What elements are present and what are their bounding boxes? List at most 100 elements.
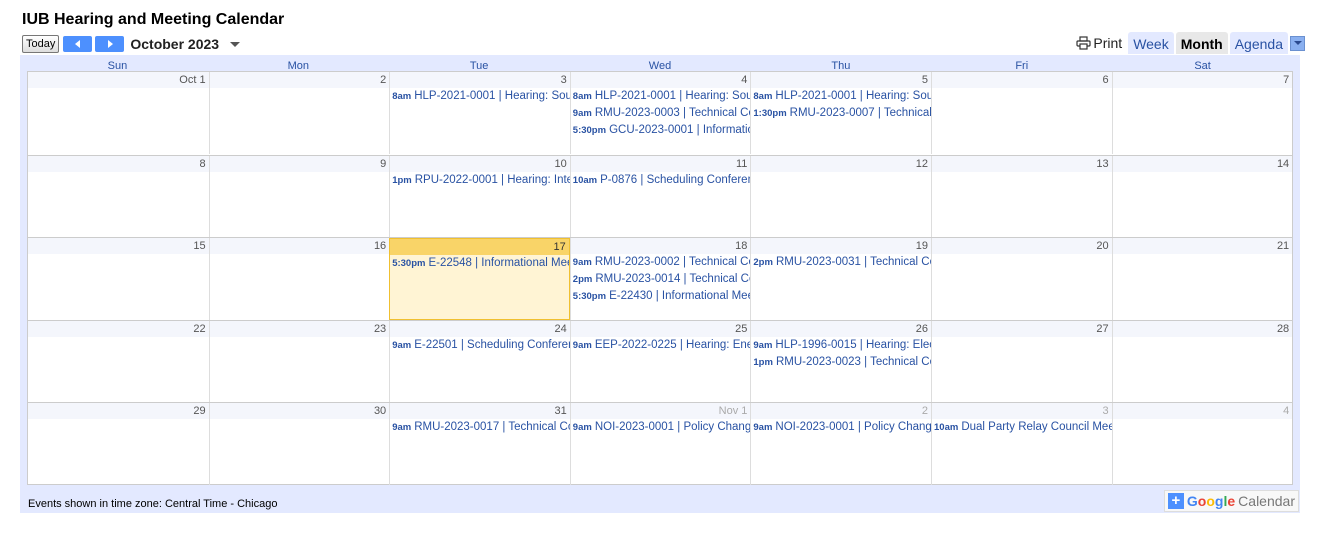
day-cell[interactable]: 29 — [28, 403, 209, 485]
day-cell[interactable]: 7 — [1111, 72, 1293, 154]
day-cell[interactable]: 101pmRPU-2022-0001 | Hearing: Interstate… — [389, 155, 570, 238]
day-cell[interactable]: 310amDual Party Relay Council Meeting — [931, 403, 1112, 486]
tab-week[interactable]: Week — [1128, 32, 1174, 54]
event-item[interactable]: 9am E-22501 | Scheduling Conference — [390, 337, 570, 354]
day-cell[interactable]: Nov 19amNOI-2023-0001 | Policy Change Wo… — [569, 403, 751, 486]
event-item[interactable]: 5:30pmE-22548 | Informational Meeting — [390, 255, 569, 272]
event-item[interactable]: 9amRMU-2023-0003 | Technical Conference — [571, 105, 751, 122]
tab-agenda[interactable]: Agenda — [1229, 32, 1288, 54]
day-number[interactable]: 2 — [209, 72, 390, 88]
day-number[interactable]: 4 — [570, 72, 751, 88]
event-item[interactable]: 5:30pmGCU-2023-0001 | Informational Meet… — [571, 122, 751, 139]
day-cell[interactable]: 189amRMU-2023-0002 | Technical Conferenc… — [569, 238, 751, 321]
day-number[interactable]: 3 — [390, 72, 570, 88]
tab-month[interactable]: Month — [1175, 32, 1228, 54]
day-number[interactable]: 27 — [932, 320, 1112, 337]
day-cell[interactable]: 2 — [208, 72, 390, 154]
day-cell[interactable]: 29amNOI-2023-0001 | Policy Change Worksh… — [750, 403, 931, 486]
day-cell[interactable]: 27 — [931, 320, 1112, 403]
day-cell[interactable]: 24 9am E-22501 | Scheduling Conference — [389, 320, 570, 403]
day-cell[interactable]: 30 — [208, 403, 390, 486]
day-number[interactable]: 6 — [932, 72, 1112, 88]
day-cell[interactable]: 319amRMU-2023-0017 | Technical Conferenc… — [389, 403, 570, 486]
day-cell[interactable]: 8 — [28, 155, 209, 238]
event-item[interactable]: 2pmRMU-2023-0031 | Technical Conference — [751, 254, 931, 271]
prev-month-button[interactable] — [63, 36, 93, 52]
event-item[interactable]: 10am P-0876 | Scheduling Conference — [571, 172, 751, 189]
google-calendar-badge[interactable]: + Google Calendar — [1163, 490, 1299, 512]
day-number[interactable]: 25 — [570, 320, 751, 337]
day-cell[interactable]: 21 — [1111, 238, 1293, 321]
day-cell[interactable]: 12 — [750, 155, 931, 238]
day-number[interactable]: 3 — [932, 403, 1112, 420]
day-number[interactable]: 12 — [751, 155, 931, 172]
day-number[interactable]: 11 — [570, 155, 751, 172]
day-cell[interactable]: 23 — [208, 320, 390, 403]
day-cell[interactable]: 48amHLP-2021-0001 | Hearing: Southern Io… — [569, 72, 751, 154]
day-number[interactable]: 10 — [390, 155, 570, 172]
month-label[interactable]: October 2023 — [130, 36, 219, 52]
day-number[interactable]: 9 — [209, 155, 390, 172]
event-item[interactable]: 1pmRMU-2023-0023 | Technical Conference — [751, 354, 931, 371]
day-number[interactable]: 22 — [28, 320, 209, 337]
day-cell[interactable]: 38amHLP-2021-0001 | Hearing: Southern Io… — [389, 72, 570, 154]
month-dropdown-icon[interactable] — [230, 41, 241, 47]
day-number[interactable]: 21 — [1112, 238, 1293, 255]
view-menu-dropdown-icon[interactable] — [1290, 35, 1305, 51]
event-item[interactable]: 9amRMU-2023-0002 | Technical Conference — [571, 254, 751, 271]
day-cell[interactable]: 13 — [931, 155, 1112, 238]
day-cell[interactable]: 9 — [208, 155, 390, 238]
event-item[interactable]: 5:30pmE-22430 | Informational Meeting — [571, 288, 751, 305]
event-item[interactable]: 10amDual Party Relay Council Meeting — [932, 419, 1112, 436]
event-item[interactable]: 9amHLP-1996-0015 | Hearing: Electric Lin… — [751, 337, 931, 354]
day-cell[interactable]: 20 — [931, 238, 1112, 321]
day-number[interactable]: 23 — [209, 320, 390, 337]
day-cell[interactable]: 11 10am P-0876 | Scheduling Conference — [569, 155, 751, 238]
day-number[interactable]: 8 — [28, 155, 209, 172]
event-item[interactable]: 1pmRPU-2022-0001 | Hearing: Interstate P… — [390, 172, 570, 189]
event-item[interactable]: 1:30pmRMU-2023-0007 | Technical Conferen… — [751, 105, 931, 122]
day-number[interactable]: 31 — [390, 403, 570, 420]
day-cell-today[interactable]: 175:30pmE-22548 | Informational Meeting — [389, 238, 570, 321]
day-cell[interactable]: 15 — [28, 238, 209, 320]
event-item[interactable]: 9amRMU-2023-0017 | Technical Conference — [390, 419, 570, 436]
day-number[interactable]: Nov 1 — [570, 403, 751, 420]
event-item[interactable]: 2pmRMU-2023-0014 | Technical Conference — [571, 271, 751, 288]
day-number[interactable]: 7 — [1112, 72, 1293, 88]
event-item[interactable]: 8amHLP-2021-0001 | Hearing: Southern Iow… — [390, 88, 570, 105]
day-number[interactable]: 19 — [751, 238, 931, 255]
print-button[interactable]: Print — [1076, 35, 1122, 51]
day-number[interactable]: 15 — [28, 238, 209, 255]
day-number[interactable]: 13 — [932, 155, 1112, 172]
day-cell[interactable]: 16 — [208, 238, 390, 321]
event-item[interactable]: 9amNOI-2023-0001 | Policy Change Worksho… — [571, 419, 751, 436]
day-cell[interactable]: 58amHLP-2021-0001 | Hearing: Southern Io… — [750, 72, 931, 154]
day-cell[interactable]: 6 — [931, 72, 1112, 154]
day-number[interactable]: 14 — [1112, 155, 1293, 172]
day-number[interactable]: 20 — [932, 238, 1112, 255]
next-month-button[interactable] — [95, 36, 125, 52]
day-number[interactable]: Oct 1 — [28, 72, 209, 88]
day-number[interactable]: 2 — [751, 403, 931, 420]
event-item[interactable]: 9amEEP-2022-0225 | Hearing: Energy Effic… — [571, 337, 751, 354]
day-number[interactable]: 26 — [751, 320, 931, 337]
day-number[interactable]: 18 — [570, 238, 751, 255]
day-number[interactable]: 5 — [751, 72, 931, 88]
day-cell[interactable]: 192pmRMU-2023-0031 | Technical Conferenc… — [750, 238, 931, 321]
day-cell[interactable]: 22 — [28, 320, 209, 403]
day-cell[interactable]: 259amEEP-2022-0225 | Hearing: Energy Eff… — [569, 320, 751, 403]
day-cell[interactable]: 4 — [1111, 403, 1293, 486]
day-cell[interactable]: 28 — [1111, 320, 1293, 403]
day-number[interactable]: 4 — [1112, 403, 1293, 420]
day-number[interactable]: 30 — [209, 403, 390, 420]
today-button[interactable]: Today — [22, 35, 60, 53]
day-number[interactable]: 28 — [1112, 320, 1293, 337]
day-number[interactable]: 17 — [390, 239, 569, 256]
day-cell[interactable]: 14 — [1111, 155, 1293, 238]
day-number[interactable]: 24 — [390, 320, 570, 337]
day-cell[interactable]: Oct 1 — [28, 72, 209, 154]
event-item[interactable]: 8amHLP-2021-0001 | Hearing: Southern Iow… — [751, 88, 931, 105]
day-cell[interactable]: 269amHLP-1996-0015 | Hearing: Electric L… — [750, 320, 931, 403]
day-number[interactable]: 16 — [209, 238, 390, 255]
event-item[interactable]: 9amNOI-2023-0001 | Policy Change Worksho… — [751, 419, 931, 436]
